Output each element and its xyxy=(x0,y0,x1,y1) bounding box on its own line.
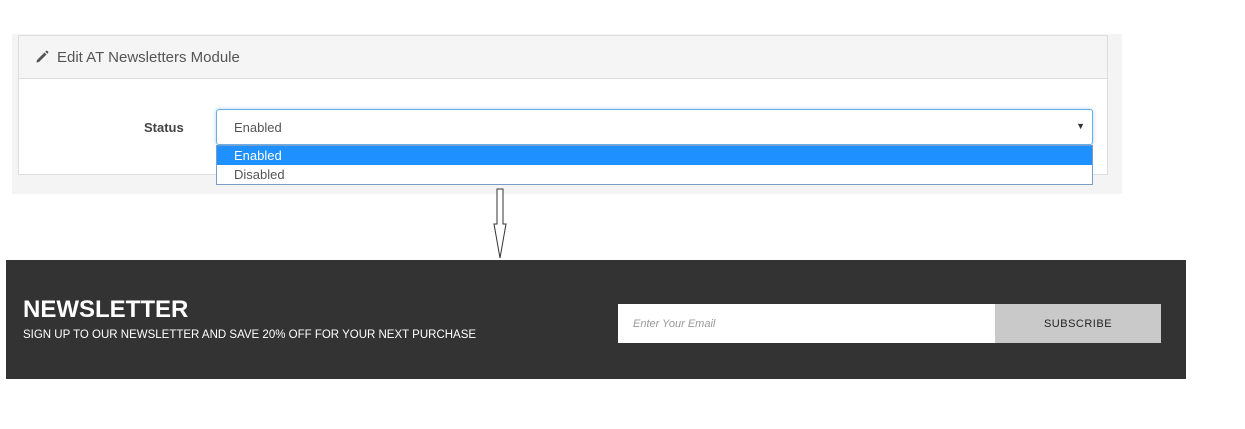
status-label: Status xyxy=(144,120,184,135)
newsletter-section: NEWSLETTER SIGN UP TO OUR NEWSLETTER AND… xyxy=(6,260,1186,379)
status-select-value: Enabled xyxy=(234,119,282,135)
newsletter-subtitle: SIGN UP TO OUR NEWSLETTER AND SAVE 20% O… xyxy=(23,329,477,341)
panel-heading: Edit AT Newsletters Module xyxy=(19,36,1107,79)
status-option-enabled[interactable]: Enabled xyxy=(217,146,1092,165)
subscribe-button[interactable]: SUBSCRIBE xyxy=(995,304,1161,343)
panel-title: Edit AT Newsletters Module xyxy=(57,48,240,66)
status-select[interactable]: Enabled ▼ xyxy=(216,109,1093,145)
email-input[interactable] xyxy=(618,304,995,343)
status-dropdown-list: Enabled Disabled xyxy=(216,145,1093,185)
down-arrow-icon xyxy=(493,188,507,259)
pencil-icon xyxy=(35,50,49,64)
status-option-disabled[interactable]: Disabled xyxy=(217,165,1092,184)
newsletter-title: NEWSLETTER xyxy=(23,296,189,323)
caret-down-icon: ▼ xyxy=(1076,121,1085,131)
